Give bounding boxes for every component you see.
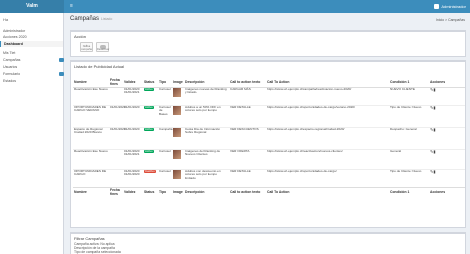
col-validez[interactable]: Validez <box>123 77 143 88</box>
delete-icon[interactable]: ▮ <box>433 127 435 132</box>
table-row: Reactivación Ese Nuevo 01/01/2020 01/01/… <box>73 86 465 105</box>
col-status[interactable]: Status <box>143 77 158 88</box>
delete-icon[interactable]: ▮ <box>433 105 435 110</box>
col-condicion[interactable]: Condición 1 <box>389 77 429 88</box>
user-menu[interactable]: Administrador <box>434 3 466 10</box>
delete-icon[interactable]: ▮ <box>433 149 435 154</box>
filter-line: Tipo de campaña seleccionada <box>74 250 121 254</box>
col-image[interactable]: Image <box>172 77 184 88</box>
brand-logo[interactable]: Valm <box>0 0 64 13</box>
sidebar: Ha Administrador Acciones 2020 Dashboard… <box>0 13 64 254</box>
col-descripcion[interactable]: Descripción <box>184 77 229 88</box>
status-badge: Inactivo <box>144 168 156 173</box>
filter-box: Filtrar Campañas Campaña activa: No apli… <box>70 232 466 254</box>
campaign-thumbnail[interactable] <box>173 87 181 97</box>
campaign-thumbnail[interactable] <box>173 127 181 137</box>
table-box-title: Listado de Publicidad Actual <box>74 64 125 69</box>
delete-icon[interactable]: ▮ <box>433 169 435 174</box>
status-badge: Activo <box>144 148 154 153</box>
table-row: Espacio de Regional Ciudad 2020 Blanco 0… <box>73 126 465 149</box>
table-footer-row: Nombre Fecha fines Validez Status Tipo I… <box>73 186 465 197</box>
page-subtitle: Listado <box>101 17 113 21</box>
new-campaign-button[interactable]: + Nueva campaña <box>80 42 93 52</box>
sidebar-item-mis-tiet[interactable]: Mis Tiet <box>3 50 15 56</box>
campaign-table: Nombre Fecha fines Validez Status Tipo I… <box>73 77 465 197</box>
campaign-thumbnail[interactable] <box>173 149 181 159</box>
page-title: Campañas Listado <box>70 16 113 22</box>
col-cta[interactable]: Call To Action <box>266 77 389 88</box>
sidebar-item-formulario[interactable]: Formulario <box>3 71 66 77</box>
status-badge: Activo <box>144 104 154 109</box>
campaign-thumbnail[interactable] <box>173 169 181 179</box>
top-navbar: Valm ≡ Administrador <box>0 0 470 13</box>
filter-box-title: Filtrar Campañas <box>74 236 105 241</box>
actions-box-title: Acción <box>74 34 87 39</box>
campaign-table-box: Listado de Publicidad Actual Nombre Fech… <box>70 60 466 228</box>
status-badge: Activo <box>144 126 154 131</box>
sidebar-item-dashboard[interactable]: Dashboard <box>0 41 63 47</box>
status-badge: Activo <box>144 86 154 91</box>
sidebar-heading: Ha <box>3 17 9 22</box>
menu-toggle-icon[interactable]: ≡ <box>70 4 73 9</box>
table-row: Reactivación Ese Nuevo 01/01/2020 01/01/… <box>73 148 465 169</box>
table-header-row: Nombre Fecha fines Validez Status Tipo I… <box>73 77 465 88</box>
breadcrumb[interactable]: Inicio > Campañas <box>436 18 465 22</box>
col-acciones[interactable]: Acciones <box>429 77 465 88</box>
sidebar-item-acciones[interactable]: Acciones 2020 <box>3 34 27 40</box>
col-tipo[interactable]: Tipo <box>158 77 172 88</box>
badge <box>59 72 64 76</box>
table-row: OPORTUNIDADES DE CARGO VERANO 01/01/2020… <box>73 104 465 127</box>
actions-box: Acción + Nueva campaña Desactivar <box>70 30 466 57</box>
delete-icon[interactable]: ▮ <box>433 87 435 92</box>
deactivate-button[interactable]: Desactivar <box>96 42 109 52</box>
campaign-thumbnail[interactable] <box>173 105 181 115</box>
sidebar-item-campanas[interactable]: Campañas <box>3 57 66 63</box>
col-fecha[interactable]: Fecha fines <box>109 77 123 88</box>
sidebar-item-estados[interactable]: Estados <box>3 78 16 84</box>
sidebar-item-usuarios[interactable]: Usuarios <box>3 64 17 70</box>
avatar <box>434 4 440 9</box>
user-name: Administrador <box>441 4 466 9</box>
col-cta-texto[interactable]: Call to action texto <box>229 77 266 88</box>
badge <box>59 58 64 62</box>
col-nombre[interactable]: Nombre <box>73 77 109 88</box>
table-row: OPORTUNIDADES DE CARGO 01/01/2020 01/01/… <box>73 168 465 187</box>
